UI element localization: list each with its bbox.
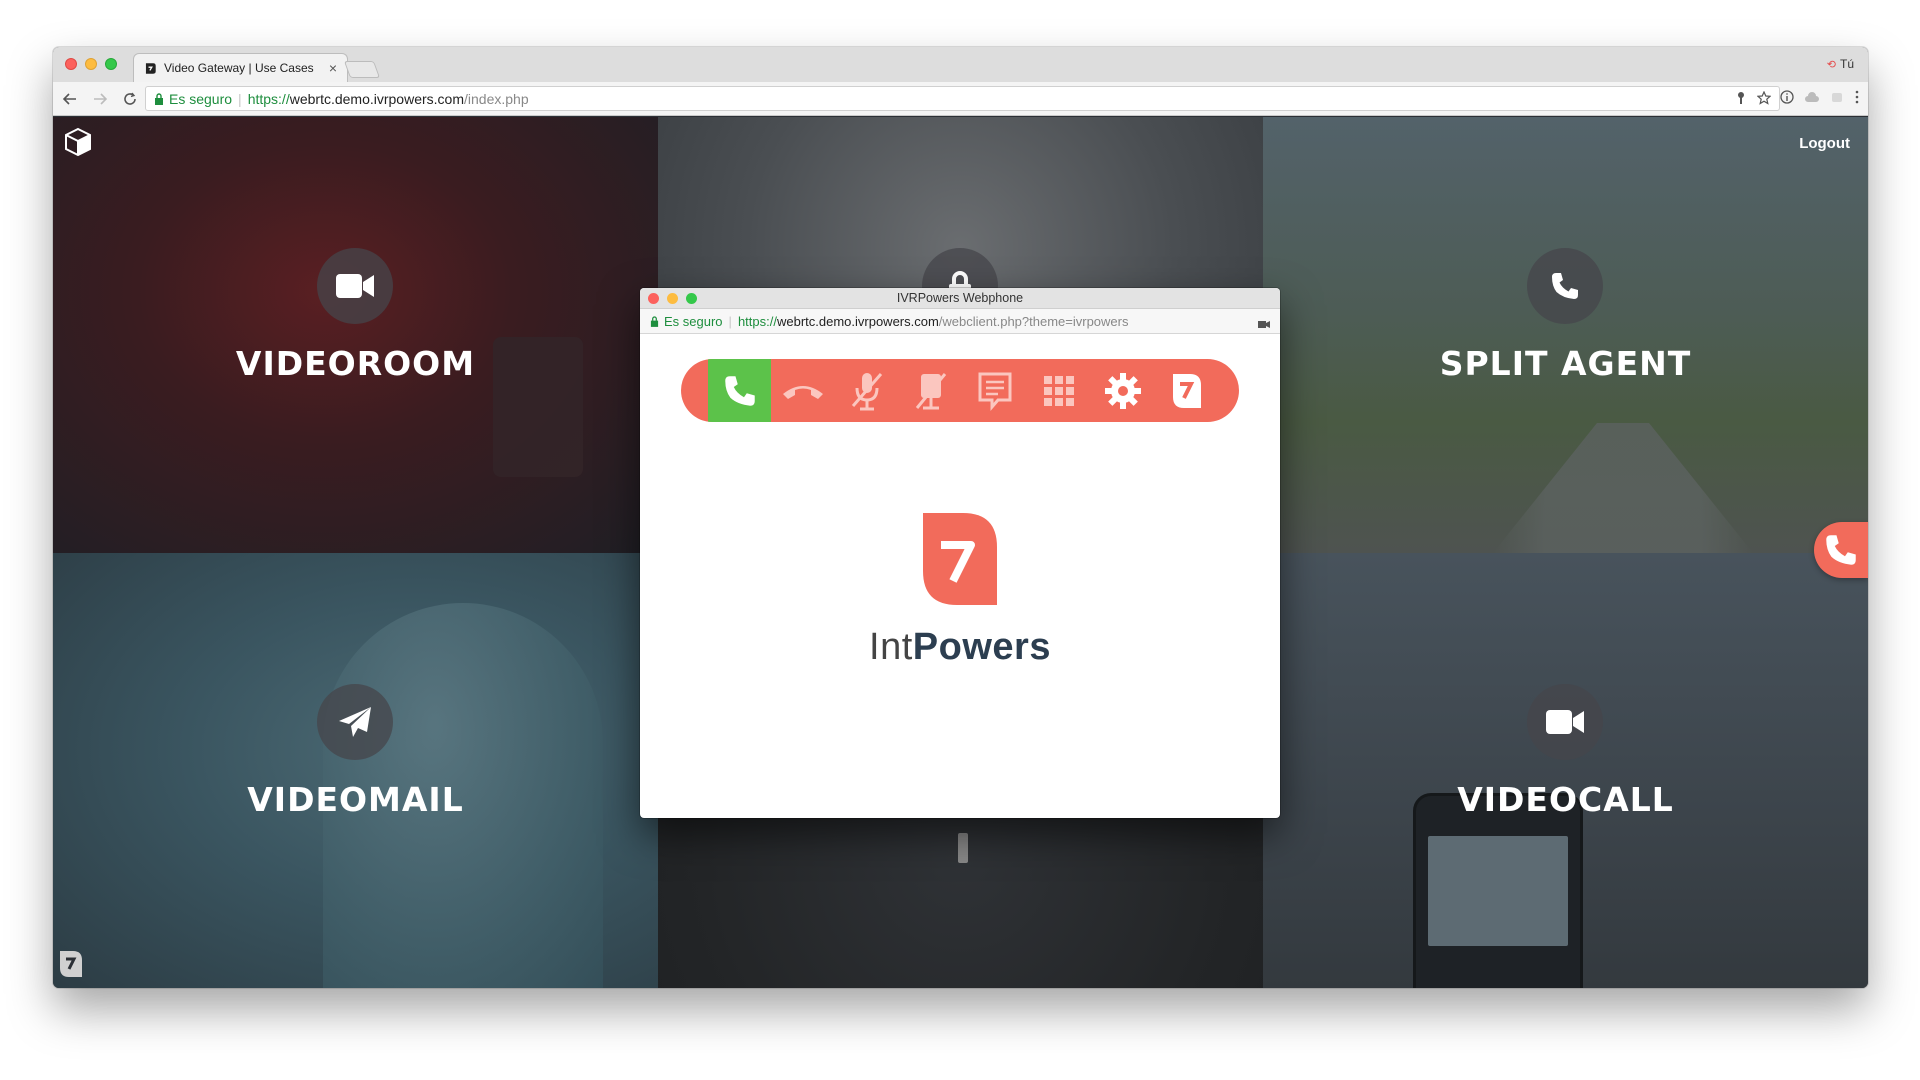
intpowers-brand: IntPowers bbox=[640, 511, 1280, 669]
webphone-popup-window: IVRPowers Webphone Es seguro | https:// … bbox=[640, 288, 1280, 818]
tile-videoroom[interactable]: VIDEOROOM bbox=[53, 117, 658, 553]
floating-call-button[interactable] bbox=[1814, 522, 1868, 578]
url-path: /index.php bbox=[464, 90, 529, 107]
app-cube-logo-icon[interactable] bbox=[63, 127, 93, 162]
info-extension-icon[interactable] bbox=[1780, 90, 1794, 104]
phone-call-icon bbox=[724, 375, 755, 406]
site-favicon-icon bbox=[144, 62, 157, 75]
back-arrow-icon bbox=[63, 92, 76, 105]
popup-window-title: IVRPowers Webphone bbox=[896, 291, 1024, 305]
tile-label-videoroom: VIDEOROOM bbox=[235, 344, 476, 383]
popup-maximize-button[interactable] bbox=[686, 293, 697, 304]
secure-label: Es seguro bbox=[169, 90, 233, 107]
browser-tabstrip: Video Gateway | Use Cases × ⟲ Tú bbox=[53, 47, 1868, 82]
popup-minimize-button[interactable] bbox=[667, 293, 678, 304]
forward-button[interactable] bbox=[87, 86, 113, 112]
mute-video-button[interactable] bbox=[899, 359, 963, 422]
new-tab-button[interactable] bbox=[343, 61, 381, 78]
bookmark-star-icon[interactable] bbox=[1757, 91, 1771, 105]
tile-videomail[interactable]: VIDEOMAIL bbox=[53, 553, 658, 988]
hangup-icon bbox=[783, 385, 823, 399]
call-button[interactable] bbox=[708, 359, 771, 422]
video-camera-icon bbox=[317, 248, 393, 324]
browser-toolbar: Es seguro | https:// webrtc.demo.ivrpowe… bbox=[53, 82, 1868, 116]
popup-titlebar: IVRPowers Webphone bbox=[640, 288, 1280, 309]
hangup-button[interactable] bbox=[771, 359, 835, 422]
popup-url-host: webrtc.demo.ivrpowers.com bbox=[776, 313, 939, 329]
maximize-window-button[interactable] bbox=[105, 58, 117, 70]
video-camera-icon bbox=[1527, 684, 1603, 760]
phone-icon bbox=[1826, 535, 1856, 565]
phone-icon bbox=[1527, 248, 1603, 324]
about-button[interactable] bbox=[1155, 359, 1219, 422]
url-host: webrtc.demo.ivrpowers.com bbox=[289, 90, 464, 107]
tile-label-videomail: VIDEOMAIL bbox=[247, 780, 464, 819]
reload-button[interactable] bbox=[117, 86, 143, 112]
mute-mic-button[interactable] bbox=[835, 359, 899, 422]
chat-icon bbox=[978, 372, 1012, 411]
cloud-extension-icon[interactable] bbox=[1804, 90, 1820, 104]
address-bar[interactable]: Es seguro | https:// webrtc.demo.ivrpowe… bbox=[145, 86, 1780, 111]
ivrpowers-logo-icon bbox=[1173, 373, 1201, 408]
webphone-callbar bbox=[681, 359, 1239, 422]
brand-name-bold: Powers bbox=[912, 626, 1051, 668]
tab-close-icon[interactable]: × bbox=[329, 60, 337, 76]
puzzle-extension-icon[interactable] bbox=[1830, 90, 1844, 104]
lock-icon bbox=[155, 92, 163, 105]
tile-split-agent[interactable]: SPLIT AGENT bbox=[1263, 117, 1868, 553]
paper-plane-icon bbox=[317, 684, 393, 760]
minimize-window-button[interactable] bbox=[85, 58, 97, 70]
settings-gear-icon bbox=[1105, 372, 1141, 409]
tile-label-videocall: VIDEOCALL bbox=[1457, 780, 1674, 819]
tile-label-split-agent: SPLIT AGENT bbox=[1439, 344, 1692, 383]
profile-button[interactable]: ⟲ Tú bbox=[1827, 57, 1854, 71]
brand-wordmark: IntPowers bbox=[640, 626, 1280, 669]
mute-video-icon bbox=[915, 372, 947, 409]
logout-link[interactable]: Logout bbox=[1799, 135, 1850, 152]
brand-name-light: Int bbox=[869, 626, 913, 668]
menu-kebab-icon[interactable] bbox=[1854, 90, 1860, 104]
popup-close-button[interactable] bbox=[648, 293, 659, 304]
popup-secure-label: Es seguro bbox=[664, 313, 723, 329]
camera-permission-icon[interactable] bbox=[1258, 317, 1270, 332]
back-button[interactable] bbox=[57, 86, 83, 112]
close-window-button[interactable] bbox=[65, 58, 77, 70]
profile-icon: ⟲ bbox=[1826, 58, 1836, 71]
secure-indicator[interactable]: Es seguro bbox=[154, 91, 232, 107]
mute-mic-icon bbox=[851, 372, 883, 410]
lock-icon bbox=[650, 315, 659, 327]
popup-secure-indicator: Es seguro bbox=[650, 314, 723, 329]
ivrpowers-small-logo-icon bbox=[58, 949, 84, 984]
intpowers-logo-icon bbox=[921, 511, 999, 612]
popup-url-scheme: https:// bbox=[737, 313, 777, 329]
key-icon[interactable] bbox=[1735, 91, 1747, 105]
dialpad-icon bbox=[1044, 375, 1074, 406]
browser-tab[interactable]: Video Gateway | Use Cases × bbox=[133, 53, 348, 82]
settings-button[interactable] bbox=[1091, 359, 1155, 422]
forward-arrow-icon bbox=[94, 92, 107, 105]
tile-videocall[interactable]: VIDEOCALL bbox=[1263, 553, 1868, 988]
dialpad-button[interactable] bbox=[1027, 359, 1091, 422]
popup-address-bar[interactable]: Es seguro | https:// webrtc.demo.ivrpowe… bbox=[640, 309, 1280, 334]
chat-button[interactable] bbox=[963, 359, 1027, 422]
tab-title: Video Gateway | Use Cases bbox=[164, 61, 314, 75]
profile-name: Tú bbox=[1839, 57, 1854, 71]
popup-url-path: /webclient.php?theme=ivrpowers bbox=[938, 313, 1129, 329]
reload-icon bbox=[124, 92, 136, 105]
url-scheme: https:// bbox=[247, 90, 290, 107]
